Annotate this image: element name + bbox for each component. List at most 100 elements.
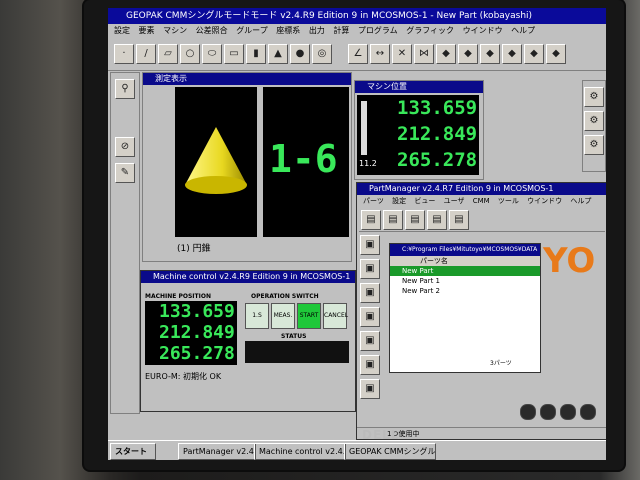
menu-bar: 設定 要素 マシン 公差照合 グループ 座標系 出力 計算 プログラム グラフィ… (108, 24, 606, 38)
pm-side-icon[interactable]: ▣ (360, 307, 380, 327)
menu-coordinates[interactable]: 座標系 (276, 26, 300, 35)
menu-output[interactable]: 出力 (309, 26, 325, 35)
element-toolbar: · / ▱ ○ ⬭ ▭ ▮ ▲ ● ◎ ∠ ↔ ✕ ⋈ ◆ ◆ ◆ ◆ ◆ ◆ (108, 40, 606, 71)
rectangle-icon[interactable]: ▭ (224, 44, 244, 64)
status-display (245, 341, 349, 363)
monitor-button[interactable] (560, 404, 576, 420)
element-label: (1) 円錐 (177, 244, 211, 254)
machine-position-readout: 133.659 212.849 265.278 (145, 301, 237, 365)
position-y: 212.849 (397, 123, 478, 145)
taskbar-item-machine-control[interactable]: Machine control v2.4.R9 (254, 443, 346, 460)
menu-program[interactable]: プログラム (358, 26, 398, 35)
position-readout: 11.2 133.659 212.849 265.278 (357, 95, 479, 175)
plane-icon[interactable]: ▱ (158, 44, 178, 64)
part-row[interactable]: New Part 1 (390, 276, 540, 286)
pm-menu-view[interactable]: ビュー (414, 197, 435, 205)
element-graphic (175, 87, 257, 237)
is-button[interactable]: 1.S (245, 303, 269, 329)
line-icon[interactable]: / (136, 44, 156, 64)
pm-tool-icon[interactable]: ▤ (383, 210, 403, 230)
position-x: 133.659 (397, 97, 478, 119)
part-list-path: C:¥Program Files¥Mitutoyo¥MCOSMOS¥DATA (390, 244, 540, 256)
angle-icon[interactable]: ∠ (348, 44, 368, 64)
pm-menu-cmm[interactable]: CMM (473, 197, 490, 205)
pm-side-toolbar: ▣ ▣ ▣ ▣ ▣ ▣ ▣ (359, 235, 381, 425)
pm-menu-help[interactable]: ヘルプ (570, 197, 591, 205)
part-row[interactable]: New Part (390, 266, 540, 276)
part-row[interactable]: New Part 2 (390, 286, 540, 296)
menu-tolerance[interactable]: 公差照合 (196, 26, 228, 35)
measurement-display-panel: 測定表示 1-6 (1) 円錐 (142, 72, 352, 262)
pm-side-icon[interactable]: ▣ (360, 379, 380, 399)
start-button-taskbar[interactable]: スタート (110, 443, 156, 460)
cylinder-icon[interactable]: ▮ (246, 44, 266, 64)
machine-position-label: MACHINE POSITION (145, 293, 211, 300)
pm-menu-user[interactable]: ユーザ (444, 197, 465, 205)
pm-menu-tool[interactable]: ツール (498, 197, 519, 205)
meas-button[interactable]: MEAS. (271, 303, 295, 329)
pm-menu-parts[interactable]: パーツ (363, 197, 384, 205)
monitor-button[interactable] (520, 404, 536, 420)
menu-window[interactable]: ウインドウ (463, 26, 503, 35)
probe-icon[interactable]: ⚲ (115, 79, 135, 99)
taskbar: スタート PartManager v2.4.R7 Machine control… (108, 440, 606, 460)
distance-icon[interactable]: ↔ (370, 44, 390, 64)
start-button[interactable]: START (297, 303, 321, 329)
right-tool-column: ⚙ ⚙ ⚙ (582, 80, 606, 172)
machine-position-panel: マシン位置 11.2 133.659 212.849 265.278 (354, 80, 484, 180)
cone-icon[interactable]: ▲ (268, 44, 288, 64)
shape-tool-icon[interactable]: ◆ (546, 44, 566, 64)
shape-tool-icon[interactable]: ◆ (502, 44, 522, 64)
pm-side-icon[interactable]: ▣ (360, 355, 380, 375)
cone-icon (185, 127, 247, 194)
logo-fragment: YO (543, 241, 596, 281)
pm-menu-window[interactable]: ウインドウ (527, 197, 562, 205)
shape-tool-icon[interactable]: ◆ (480, 44, 500, 64)
status-label: STATUS (281, 333, 307, 340)
pm-tool-icon[interactable]: ▤ (449, 210, 469, 230)
menu-group[interactable]: グループ (236, 26, 268, 35)
clear-icon[interactable]: ✎ (115, 163, 135, 183)
part-list-header[interactable]: パーツ名 (390, 256, 540, 266)
monitor-button[interactable] (540, 404, 556, 420)
menu-machine[interactable]: マシン (163, 26, 187, 35)
shape-tool-icon[interactable]: ◆ (436, 44, 456, 64)
symmetry-icon[interactable]: ⋈ (414, 44, 434, 64)
euro-status: EURO-M: 初期化 OK (145, 372, 222, 381)
shape-tool-icon[interactable]: ◆ (524, 44, 544, 64)
taskbar-item-geopak[interactable]: GEOPAK CMMシングルモード (344, 443, 436, 460)
tool-icon[interactable]: ⚙ (584, 111, 604, 131)
pm-menu-settings[interactable]: 設定 (392, 197, 406, 205)
operation-switch-label: OPERATION SWITCH (251, 293, 319, 300)
app-title-bar: GEOPAK CMMシングルモードモード v2.4.R9 Edition 9 i… (108, 8, 606, 24)
menu-settings[interactable]: 設定 (114, 26, 130, 35)
pm-side-icon[interactable]: ▣ (360, 331, 380, 351)
point-icon[interactable]: · (114, 44, 134, 64)
taskbar-item-partmanager[interactable]: PartManager v2.4.R7 (178, 443, 256, 460)
intersection-icon[interactable]: ✕ (392, 44, 412, 64)
menu-graphic[interactable]: グラフィック (406, 26, 454, 35)
monitor-brand: DELL (362, 428, 400, 442)
pm-tool-icon[interactable]: ▤ (361, 210, 381, 230)
app-title: GEOPAK CMMシングルモードモード v2.4.R9 Edition 9 i… (126, 11, 533, 21)
tool-icon[interactable]: ⚙ (584, 135, 604, 155)
stop-icon[interactable]: ⊘ (115, 137, 135, 157)
monitor-button[interactable] (580, 404, 596, 420)
menu-calc[interactable]: 計算 (333, 26, 349, 35)
pm-side-icon[interactable]: ▣ (360, 235, 380, 255)
ellipse-icon[interactable]: ⬭ (202, 44, 222, 64)
machine-control-title: Machine control v2.4.R9 Edition 9 in MCO… (141, 271, 355, 283)
cancel-button[interactable]: CANCEL (323, 303, 348, 329)
torus-icon[interactable]: ◎ (312, 44, 332, 64)
pm-side-icon[interactable]: ▣ (360, 259, 380, 279)
menu-elements[interactable]: 要素 (139, 26, 155, 35)
pm-tool-icon[interactable]: ▤ (427, 210, 447, 230)
pm-side-icon[interactable]: ▣ (360, 283, 380, 303)
shape-tool-icon[interactable]: ◆ (458, 44, 478, 64)
part-count: 3パーツ (490, 360, 512, 367)
sphere-icon[interactable]: ● (290, 44, 310, 64)
tool-icon[interactable]: ⚙ (584, 87, 604, 107)
menu-help[interactable]: ヘルプ (511, 26, 535, 35)
pm-tool-icon[interactable]: ▤ (405, 210, 425, 230)
circle-icon[interactable]: ○ (180, 44, 200, 64)
